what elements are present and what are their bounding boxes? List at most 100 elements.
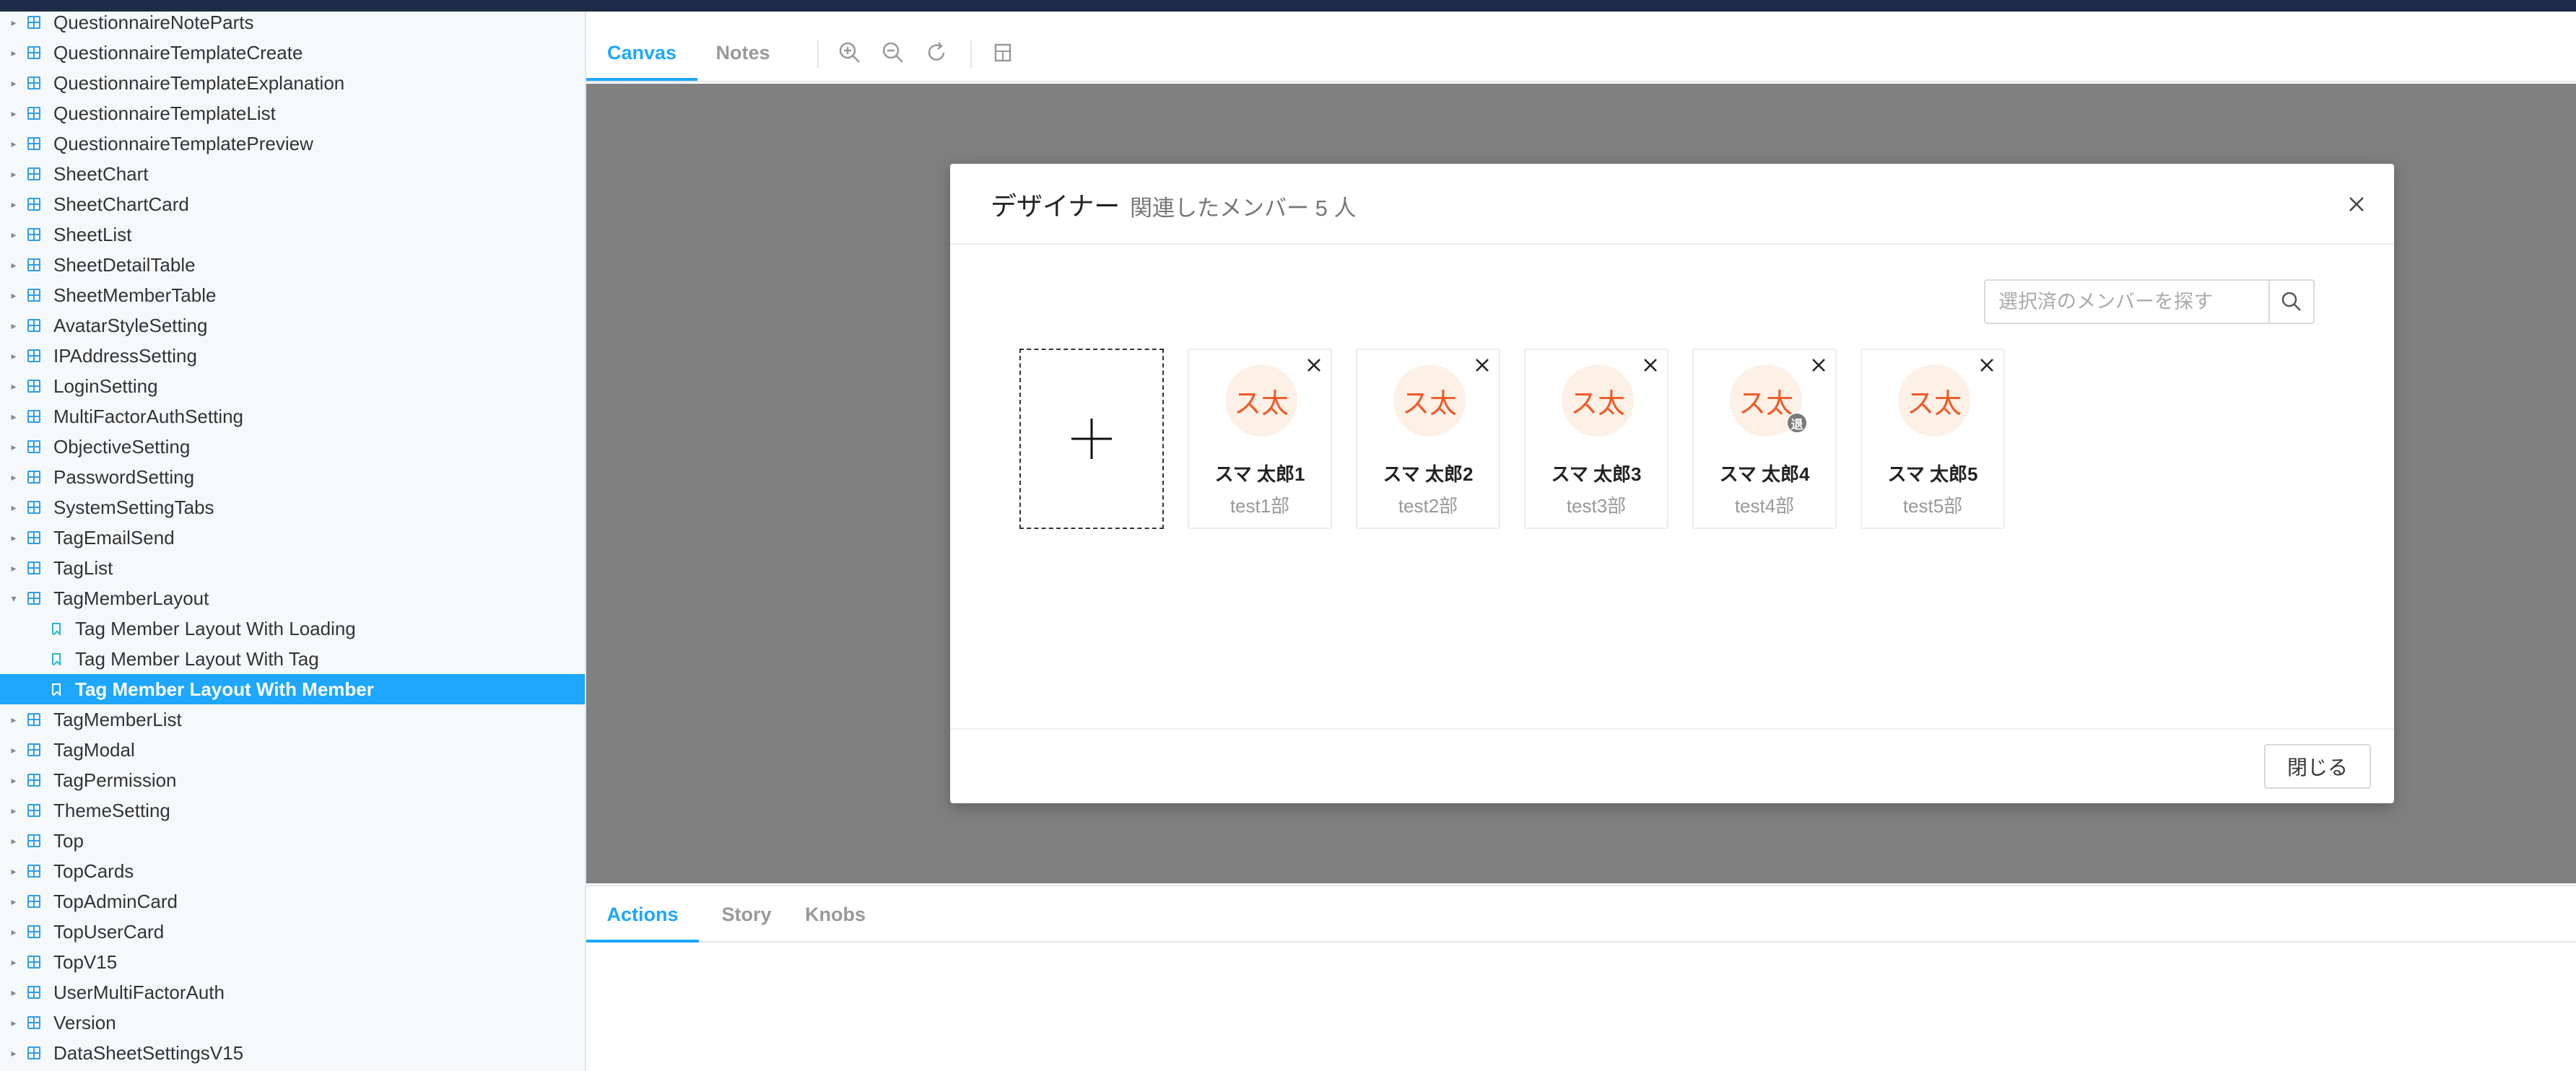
sidebar-item-usermultifactorauth[interactable]: ▸ UserMultiFactorAuth <box>0 977 585 1007</box>
chevron-right-icon[interactable]: ▸ <box>10 108 17 120</box>
chevron-right-icon[interactable]: ▸ <box>10 774 17 787</box>
sidebar-item-topv15[interactable]: ▸ TopV15 <box>0 947 585 977</box>
chevron-right-icon[interactable]: ▸ <box>10 1017 17 1029</box>
sidebar-item-ipaddresssetting[interactable]: ▸ IPAddressSetting <box>0 341 585 371</box>
sidebar-item-tagmemberlist[interactable]: ▸ TagMemberList <box>0 704 585 735</box>
sidebar-item-questionnairetemplatepreview[interactable]: ▸ QuestionnaireTemplatePreview <box>0 128 585 159</box>
sidebar-item-questionnairetemplatecreate[interactable]: ▸ QuestionnaireTemplateCreate <box>0 38 585 68</box>
toolbar-divider <box>970 40 972 68</box>
chevron-right-icon[interactable]: ▸ <box>10 411 17 423</box>
sidebar-item-topadmincard[interactable]: ▸ TopAdminCard <box>0 886 585 917</box>
chevron-right-icon[interactable]: ▸ <box>10 198 17 211</box>
search-icon <box>2281 292 2301 311</box>
remove-member-icon[interactable] <box>1977 356 1996 375</box>
tab-notes[interactable]: Notes <box>697 25 788 81</box>
sidebar-item-multifactorauthsetting[interactable]: ▸ MultiFactorAuthSetting <box>0 401 585 432</box>
sidebar-item-questionnairenoteparts[interactable]: ▸ QuestionnaireNoteParts <box>0 12 585 38</box>
chevron-right-icon[interactable]: ▸ <box>10 744 17 756</box>
sidebar-item-questionnairetemplatelist[interactable]: ▸ QuestionnaireTemplateList <box>0 98 585 128</box>
chevron-right-icon[interactable]: ▸ <box>10 259 17 271</box>
sidebar-story-tag-member-layout-with-loading[interactable]: Tag Member Layout With Loading <box>0 613 585 644</box>
add-member-button[interactable] <box>1019 349 1164 529</box>
chevron-right-icon[interactable]: ▸ <box>10 987 17 999</box>
sidebar-item-objectivesetting[interactable]: ▸ ObjectiveSetting <box>0 432 585 462</box>
chevron-right-icon[interactable]: ▸ <box>10 17 17 29</box>
chevron-right-icon[interactable]: ▸ <box>10 714 17 726</box>
chevron-right-icon[interactable]: ▸ <box>10 380 17 393</box>
remove-member-icon[interactable] <box>1305 356 1323 375</box>
component-icon <box>27 440 40 453</box>
chevron-right-icon[interactable]: ▸ <box>10 320 17 332</box>
grid-background-icon[interactable] <box>991 40 1015 65</box>
sidebar-item-systemsettingtabs[interactable]: ▸ SystemSettingTabs <box>0 492 585 523</box>
chevron-right-icon[interactable]: ▸ <box>10 1047 17 1059</box>
sidebar-item-datasheetsettingsv15[interactable]: ▸ DataSheetSettingsV15 <box>0 1038 585 1068</box>
member-name: スマ 太郎3 <box>1551 463 1642 485</box>
tab-canvas[interactable]: Canvas <box>586 25 697 81</box>
member-name: スマ 太郎4 <box>1719 463 1810 485</box>
member-department: test4部 <box>1734 495 1795 517</box>
chevron-right-icon[interactable]: ▸ <box>10 168 17 180</box>
search-button[interactable] <box>2268 281 2313 323</box>
sidebar-item-version[interactable]: ▸ Version <box>0 1007 585 1038</box>
member-department: test1部 <box>1230 495 1290 517</box>
chevron-right-icon[interactable]: ▸ <box>10 956 17 969</box>
close-button[interactable]: 閉じる <box>2264 744 2371 789</box>
chevron-right-icon[interactable]: ▸ <box>10 532 17 544</box>
chevron-right-icon[interactable]: ▸ <box>10 926 17 938</box>
chevron-right-icon[interactable]: ▸ <box>10 289 17 302</box>
chevron-right-icon[interactable]: ▸ <box>10 562 17 574</box>
chevron-down-icon[interactable]: ▾ <box>10 593 17 605</box>
close-icon[interactable] <box>2344 191 2370 217</box>
sidebar-item-topcards[interactable]: ▸ TopCards <box>0 856 585 886</box>
chevron-right-icon[interactable]: ▸ <box>10 77 17 89</box>
sidebar-item-sheetchart[interactable]: ▸ SheetChart <box>0 159 585 189</box>
chevron-right-icon[interactable]: ▸ <box>10 47 17 59</box>
sidebar-story-tag-member-layout-with-member[interactable]: Tag Member Layout With Member <box>0 674 585 704</box>
sidebar-item-tagmemberlayout[interactable]: ▾ TagMemberLayout <box>0 583 585 613</box>
tab-knobs[interactable]: Knobs <box>794 886 876 943</box>
zoom-in-icon[interactable] <box>837 40 862 65</box>
sidebar-item-topusercard[interactable]: ▸ TopUserCard <box>0 917 585 947</box>
sidebar-story-tag-member-layout-with-tag[interactable]: Tag Member Layout With Tag <box>0 644 585 674</box>
sidebar-item-sheetlist[interactable]: ▸ SheetList <box>0 219 585 250</box>
component-icon <box>27 471 40 484</box>
tab-story[interactable]: Story <box>699 886 794 943</box>
sidebar-item-tagmodal[interactable]: ▸ TagModal <box>0 735 585 765</box>
sidebar-item-tagemailsend[interactable]: ▸ TagEmailSend <box>0 523 585 553</box>
sidebar-item-sheetdetailtable[interactable]: ▸ SheetDetailTable <box>0 250 585 280</box>
chevron-right-icon[interactable]: ▸ <box>10 229 17 241</box>
chevron-right-icon[interactable]: ▸ <box>10 471 17 484</box>
reset-zoom-icon[interactable] <box>924 40 949 65</box>
remove-member-icon[interactable] <box>1809 356 1828 375</box>
sidebar-item-taglist[interactable]: ▸ TagList <box>0 553 585 583</box>
sidebar-item-sheetmembertable[interactable]: ▸ SheetMemberTable <box>0 280 585 310</box>
tab-actions[interactable]: Actions <box>586 886 699 943</box>
sidebar-item-themesetting[interactable]: ▸ ThemeSetting <box>0 795 585 826</box>
search-input[interactable] <box>1985 281 2315 323</box>
chevron-right-icon[interactable]: ▸ <box>10 138 17 150</box>
sidebar-item-questionnairetemplateexplanation[interactable]: ▸ QuestionnaireTemplateExplanation <box>0 68 585 98</box>
sidebar-item-label: QuestionnaireTemplateList <box>53 102 276 124</box>
chevron-right-icon[interactable]: ▸ <box>10 896 17 908</box>
sidebar-item-avatarstylesetting[interactable]: ▸ AvatarStyleSetting <box>0 310 585 341</box>
chevron-right-icon[interactable]: ▸ <box>10 805 17 817</box>
sidebar-item-tagpermission[interactable]: ▸ TagPermission <box>0 765 585 795</box>
sidebar-item-label: UserMultiFactorAuth <box>53 981 225 1003</box>
zoom-out-icon[interactable] <box>881 40 905 65</box>
sidebar-item-top[interactable]: ▸ Top <box>0 826 585 856</box>
sidebar-item-loginsetting[interactable]: ▸ LoginSetting <box>0 371 585 401</box>
remove-member-icon[interactable] <box>1641 356 1660 375</box>
avatar: ス太 <box>1898 364 1970 437</box>
sidebar-item-sheetchartcard[interactable]: ▸ SheetChartCard <box>0 189 585 219</box>
sidebar-item-label: SheetChart <box>53 162 149 185</box>
chevron-right-icon[interactable]: ▸ <box>10 835 17 847</box>
chevron-right-icon[interactable]: ▸ <box>10 502 17 514</box>
sidebar-item-label: Version <box>53 1011 116 1033</box>
chevron-right-icon[interactable]: ▸ <box>10 441 17 453</box>
chevron-right-icon[interactable]: ▸ <box>10 350 17 362</box>
chevron-right-icon[interactable]: ▸ <box>10 865 17 878</box>
sidebar-item-passwordsetting[interactable]: ▸ PasswordSetting <box>0 462 585 492</box>
remove-member-icon[interactable] <box>1473 356 1492 375</box>
component-icon <box>27 198 40 211</box>
